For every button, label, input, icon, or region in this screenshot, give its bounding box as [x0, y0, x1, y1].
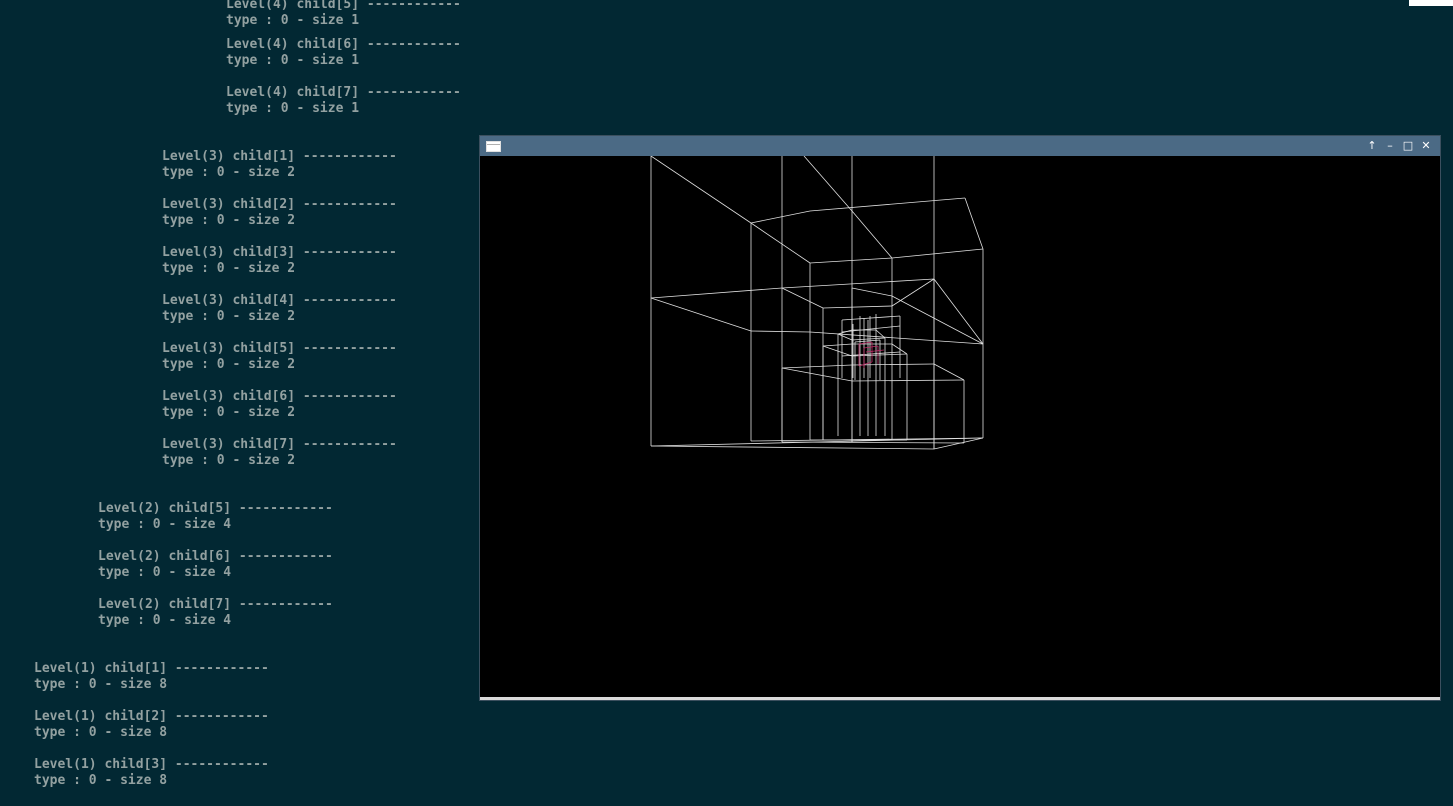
wire-edge	[822, 305, 893, 309]
log-entry-heading: Level(3) child[2] ------------	[162, 197, 397, 212]
wire-edge	[781, 364, 853, 369]
log-entry: Level(2) child[5] ------------ type : 0 -…	[98, 501, 333, 533]
log-entry: Level(3) child[2] ------------ type : 0 -…	[162, 197, 397, 229]
minimize-icon[interactable]: –	[1382, 138, 1398, 154]
log-entry-heading: Level(4) child[6] ------------	[226, 37, 461, 52]
log-entry-detail: type : 0 - size 1	[226, 101, 360, 116]
scroll-indicator[interactable]	[1409, 0, 1453, 6]
log-entry: Level(3) child[4] ------------ type : 0 -…	[162, 293, 397, 325]
wire-edge	[781, 441, 965, 444]
maximize-icon[interactable]: □	[1400, 138, 1416, 154]
log-entry: Level(3) child[6] ------------ type : 0 -…	[162, 389, 397, 421]
wire-edge	[851, 287, 893, 297]
log-entry-detail: type : 0 - size 4	[98, 565, 232, 580]
log-entry-detail: type : 0 - size 2	[162, 165, 296, 180]
wire-edge	[891, 295, 984, 345]
wire-edge	[891, 248, 984, 259]
close-icon[interactable]: ✕	[1418, 138, 1434, 154]
wire-edge	[851, 379, 965, 382]
wire-edge	[781, 287, 824, 309]
wire-edge	[750, 222, 811, 264]
log-entry-heading: Level(2) child[6] ------------	[98, 549, 333, 564]
log-entry-heading: Level(1) child[3] ------------	[34, 757, 269, 772]
wire-edge	[841, 315, 901, 321]
wire-edge	[822, 345, 853, 357]
wire-edge	[650, 445, 935, 450]
log-entry: Level(2) child[6] ------------ type : 0 -…	[98, 549, 333, 581]
log-entry-heading: Level(4) child[5] ------------	[226, 0, 461, 12]
log-entry: Level(1) child[3] ------------ type : 0 -…	[34, 757, 269, 789]
log-entry-heading: Level(1) child[1] ------------	[34, 661, 269, 676]
highlight-edge	[865, 349, 885, 353]
log-entry: Level(4) child[7] ------------ type : 0 -…	[226, 85, 461, 117]
log-entry-heading: Level(1) child[2] ------------	[34, 709, 269, 724]
log-entry: Level(1) child[1] ------------ type : 0 -…	[34, 661, 269, 693]
log-entry-detail: type : 0 - size 8	[34, 677, 168, 692]
log-entry-heading: Level(3) child[5] ------------	[162, 341, 397, 356]
log-entry-detail: type : 0 - size 8	[34, 773, 168, 788]
log-entry: Level(3) child[5] ------------ type : 0 -…	[162, 341, 397, 373]
log-entry: Level(2) child[7] ------------ type : 0 -…	[98, 597, 333, 629]
log-entry-detail: type : 0 - size 2	[162, 213, 296, 228]
wire-edge	[822, 343, 853, 347]
octree-wireframe	[650, 156, 984, 450]
wire-edge	[809, 257, 893, 264]
log-entry-detail: type : 0 - size 2	[162, 309, 296, 324]
wire-edge	[781, 278, 935, 289]
wire-edge	[650, 297, 752, 332]
log-entry-detail: type : 0 - size 1	[226, 53, 360, 68]
shade-icon[interactable]: ↑	[1364, 138, 1380, 154]
log-entry-detail: type : 0 - size 1	[226, 13, 360, 28]
wire-edge	[809, 197, 966, 212]
wire-edge	[750, 210, 811, 224]
log-entry: Level(3) child[1] ------------ type : 0 -…	[162, 149, 397, 181]
window-app-icon	[486, 141, 501, 152]
wire-edge	[650, 287, 783, 299]
log-entry-detail: type : 0 - size 2	[162, 453, 296, 468]
wire-edge	[781, 367, 853, 382]
log-entry-detail: type : 0 - size 2	[162, 405, 296, 420]
log-entry-detail: type : 0 - size 2	[162, 357, 296, 372]
log-entry-detail: type : 0 - size 4	[98, 613, 232, 628]
wire-edge	[851, 210, 893, 259]
log-entry-detail: type : 0 - size 4	[98, 517, 232, 532]
wire-edge	[891, 278, 935, 307]
log-entry: Level(1) child[2] ------------ type : 0 -…	[34, 709, 269, 741]
wire-edge	[964, 197, 984, 250]
wire-edge	[803, 156, 853, 212]
log-entry-heading: Level(3) child[1] ------------	[162, 149, 397, 164]
log-entry-detail: type : 0 - size 2	[162, 261, 296, 276]
log-entry: Level(3) child[7] ------------ type : 0 -…	[162, 437, 397, 469]
log-entry-heading: Level(2) child[7] ------------	[98, 597, 333, 612]
window-titlebar[interactable]: ↑ – □ ✕	[480, 136, 1440, 156]
log-entry-heading: Level(3) child[6] ------------	[162, 389, 397, 404]
log-entry-heading: Level(3) child[3] ------------	[162, 245, 397, 260]
wire-edge	[933, 278, 984, 345]
log-entry-heading: Level(3) child[4] ------------	[162, 293, 397, 308]
log-entry: Level(4) child[5] ------------ type : 0 -…	[226, 0, 461, 29]
wire-edge	[650, 156, 752, 224]
log-entry-heading: Level(4) child[7] ------------	[226, 85, 461, 100]
wire-edge	[841, 325, 901, 333]
wire-edge	[809, 331, 984, 345]
log-entry-heading: Level(2) child[5] ------------	[98, 501, 333, 516]
wire-edge	[933, 437, 984, 450]
log-entry: Level(4) child[6] ------------ type : 0 -…	[226, 37, 461, 69]
wire-edge	[750, 330, 811, 333]
render-canvas[interactable]	[480, 156, 1440, 697]
wire-edge	[933, 363, 965, 381]
window-bottom-border	[480, 697, 1440, 700]
log-entry: Level(3) child[3] ------------ type : 0 -…	[162, 245, 397, 277]
log-entry-detail: type : 0 - size 8	[34, 725, 168, 740]
wire-edge	[851, 337, 886, 341]
log-entry-heading: Level(3) child[7] ------------	[162, 437, 397, 452]
octree-viewer-window[interactable]: ↑ – □ ✕	[480, 136, 1440, 700]
